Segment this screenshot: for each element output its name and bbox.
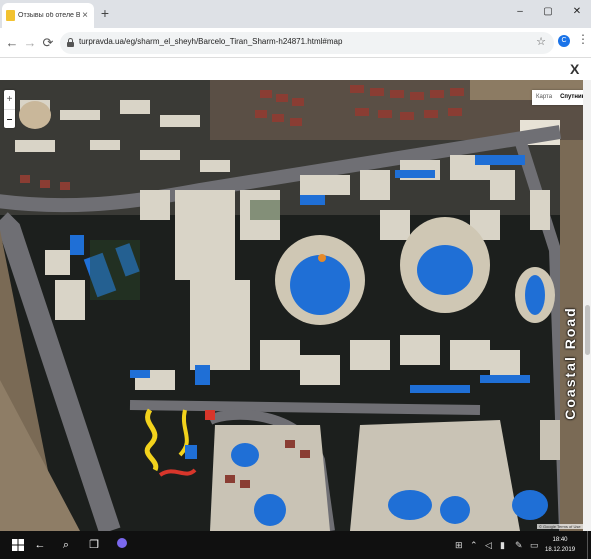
satellite-imagery	[0, 80, 583, 531]
map-type-map-button[interactable]: Карта	[532, 90, 556, 105]
search-icon[interactable]: ⌕	[56, 531, 76, 559]
windows-start-icon[interactable]	[8, 531, 28, 559]
back-icon[interactable]: ←	[30, 531, 50, 559]
scrollbar-thumb[interactable]	[585, 305, 590, 355]
taskbar-clock[interactable]: 18:40 18.12.2019	[545, 535, 575, 555]
show-desktop-button[interactable]	[587, 531, 591, 559]
zoom-in-button[interactable]: +	[4, 90, 15, 109]
clock-time: 18:40	[552, 537, 568, 543]
minimize-button[interactable]: –	[512, 4, 528, 20]
tab-close-icon[interactable]: ×	[80, 10, 90, 21]
screen: Отзывы об отеле Barcelo Tiran × + – ▢ ✕ …	[0, 0, 591, 559]
coastal-road-label: Coastal Road	[560, 295, 580, 435]
zoom-control: + –	[4, 90, 15, 128]
map-overlay-close-button[interactable]: X	[570, 61, 579, 77]
map-type-control: Карта Спутник	[532, 90, 589, 105]
maximize-button[interactable]: ▢	[540, 4, 556, 20]
tray-volume-icon[interactable]: ◁	[485, 531, 492, 559]
map-attribution[interactable]: © Google Terms of Use	[537, 524, 583, 529]
tab-strip: Отзывы об отеле Barcelo Tiran × + – ▢ ✕	[0, 0, 591, 28]
tray-pen-icon[interactable]: ✎	[515, 531, 523, 559]
close-window-button[interactable]: ✕	[569, 4, 585, 20]
back-arrow-icon[interactable]: ←	[3, 34, 21, 52]
page-header-area	[0, 58, 591, 80]
tray-chevron-icon[interactable]: ⌃	[470, 531, 478, 559]
tray-network-icon[interactable]: ⊞	[455, 531, 463, 559]
zoom-out-button[interactable]: –	[4, 109, 15, 128]
reload-icon[interactable]: ⟳	[39, 34, 57, 52]
forward-arrow-icon[interactable]: →	[21, 34, 39, 52]
road-label-text: Coastal Road	[562, 306, 578, 420]
tray-battery-icon[interactable]: ▮	[500, 531, 505, 559]
browser-toolbar: ← → ⟳ turpravda.ua/eg/sharm_el_sheyh/Bar…	[0, 28, 591, 58]
tab-title: Отзывы об отеле Barcelo Tiran	[18, 12, 80, 19]
bookmark-star-icon[interactable]: ☆	[536, 35, 546, 48]
cortana-icon[interactable]	[112, 531, 132, 559]
tray-keyboard-icon[interactable]: ▭	[530, 531, 539, 559]
taskbar: ← ⌕ ❐ ⊞ ⌃ ◁ ▮ ✎ ▭ 18:40 18.12.2019	[0, 531, 591, 559]
new-tab-button[interactable]: +	[98, 5, 112, 21]
profile-avatar[interactable]: C	[558, 35, 570, 47]
url-text[interactable]: turpravda.ua/eg/sharm_el_sheyh/Barcelo_T…	[79, 37, 342, 46]
clock-date: 18.12.2019	[545, 547, 576, 553]
favicon-icon	[6, 10, 15, 21]
menu-dots-icon[interactable]: ⋮	[577, 33, 589, 45]
lock-icon	[67, 38, 74, 47]
satellite-map[interactable]	[0, 80, 583, 531]
address-bar[interactable]: turpravda.ua/eg/sharm_el_sheyh/Barcelo_T…	[60, 32, 554, 54]
task-view-icon[interactable]: ❐	[84, 531, 104, 559]
browser-tab[interactable]: Отзывы об отеле Barcelo Tiran ×	[2, 3, 94, 28]
